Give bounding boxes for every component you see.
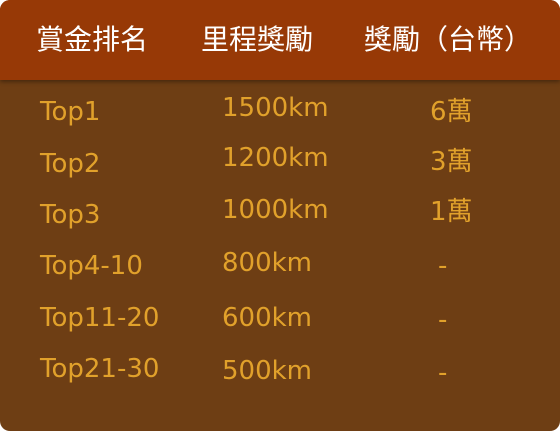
prize-cell: - [438,358,448,388]
table-row: Top3 1000km 1萬 [0,195,560,235]
rank-cell: Top2 [40,149,101,179]
rank-cell: Top4-10 [40,251,143,281]
prize-cell: 1萬 [430,197,473,227]
distance-cell: 800km [222,248,313,278]
distance-cell: 1500km [222,93,329,123]
rank-cell: Top11-20 [40,303,160,333]
table-row: Top4-10 800km - [0,246,560,286]
reward-table: 賞金排名 里程獎勵 獎勵（台幣） Top1 1500km 6萬 Top2 120… [0,0,560,431]
prize-cell: 6萬 [430,97,473,127]
rank-cell: Top3 [40,200,101,230]
table-row: Top2 1200km 3萬 [0,143,560,183]
table-row: Top21-30 500km - [0,349,560,389]
header-rank: 賞金排名 [36,23,149,56]
rank-cell: Top21-30 [40,354,160,384]
distance-cell: 500km [222,356,313,386]
prize-cell: - [438,251,448,281]
header-prize-twd: 獎勵（台幣） [364,23,533,56]
distance-cell: 1000km [222,195,329,225]
table-row: Top1 1500km 6萬 [0,92,560,132]
header-distance-reward: 里程獎勵 [201,23,314,56]
table-header: 賞金排名 里程獎勵 獎勵（台幣） [0,0,560,80]
rank-cell: Top1 [40,97,101,127]
prize-cell: 3萬 [430,147,473,177]
distance-cell: 600km [222,303,313,333]
prize-cell: - [438,305,448,335]
table-row: Top11-20 600km - [0,298,560,338]
distance-cell: 1200km [222,143,329,173]
